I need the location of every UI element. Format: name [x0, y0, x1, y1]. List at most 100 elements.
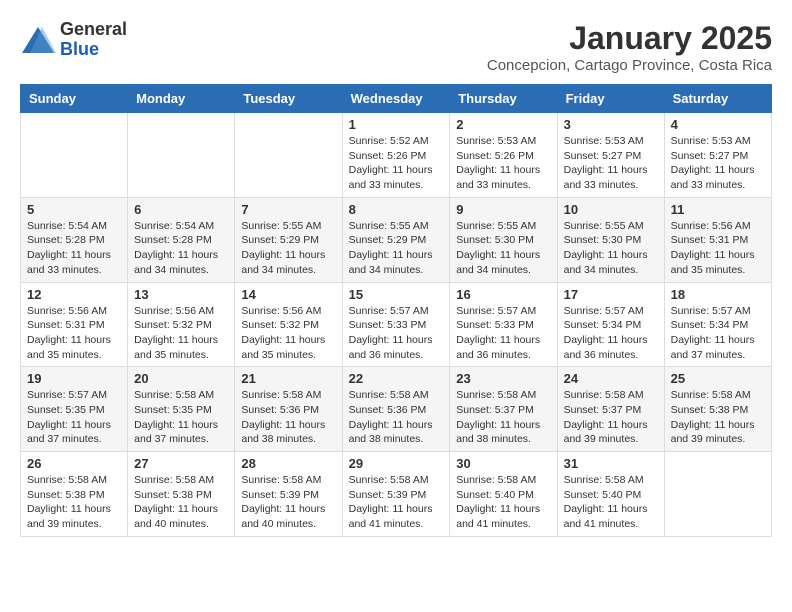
- calendar-day-cell: 18Sunrise: 5:57 AM Sunset: 5:34 PM Dayli…: [664, 282, 771, 367]
- day-of-week-header: Thursday: [450, 85, 557, 113]
- day-info: Sunrise: 5:53 AM Sunset: 5:27 PM Dayligh…: [671, 134, 765, 193]
- day-number: 15: [349, 287, 444, 302]
- day-number: 19: [27, 371, 121, 386]
- calendar-day-cell: 16Sunrise: 5:57 AM Sunset: 5:33 PM Dayli…: [450, 282, 557, 367]
- day-number: 28: [241, 456, 335, 471]
- day-number: 22: [349, 371, 444, 386]
- day-of-week-header: Sunday: [21, 85, 128, 113]
- day-info: Sunrise: 5:54 AM Sunset: 5:28 PM Dayligh…: [134, 219, 228, 278]
- day-info: Sunrise: 5:56 AM Sunset: 5:32 PM Dayligh…: [241, 304, 335, 363]
- calendar-table: SundayMondayTuesdayWednesdayThursdayFrid…: [20, 84, 772, 537]
- day-info: Sunrise: 5:58 AM Sunset: 5:37 PM Dayligh…: [564, 388, 658, 447]
- page-header: General Blue January 2025 Concepcion, Ca…: [20, 20, 772, 74]
- calendar-week-row: 19 Sunrise: 5:57 AM Sunset: 5:35 PM Dayli…: [21, 367, 772, 452]
- calendar-day-cell: 5Sunrise: 5:54 AM Sunset: 5:28 PM Daylig…: [21, 197, 128, 282]
- day-info: Sunrise: 5:57 AM Sunset: 5:35 PM Dayligh…: [27, 388, 121, 447]
- day-of-week-header: Tuesday: [235, 85, 342, 113]
- day-info: Sunrise: 5:57 AM Sunset: 5:34 PM Dayligh…: [671, 304, 765, 363]
- day-number: 7: [241, 202, 335, 217]
- calendar-day-cell: [664, 452, 771, 537]
- day-number: 14: [241, 287, 335, 302]
- calendar-day-cell: 30Sunrise: 5:58 AM Sunset: 5:40 PM Dayli…: [450, 452, 557, 537]
- day-of-week-header: Saturday: [664, 85, 771, 113]
- month-year: January 2025: [487, 20, 772, 57]
- calendar-day-cell: 14 Sunrise: 5:56 AM Sunset: 5:32 PM Dayli…: [235, 282, 342, 367]
- day-number: 29: [349, 456, 444, 471]
- day-info: Sunrise: 5:58 AM Sunset: 5:38 PM Dayligh…: [671, 388, 765, 447]
- day-number: 4: [671, 117, 765, 132]
- calendar-day-cell: 25 Sunrise: 5:58 AM Sunset: 5:38 PM Dayli…: [664, 367, 771, 452]
- day-number: 8: [349, 202, 444, 217]
- calendar-day-cell: [21, 113, 128, 198]
- day-number: 3: [564, 117, 658, 132]
- day-info: Sunrise: 5:55 AM Sunset: 5:29 PM Dayligh…: [241, 219, 335, 278]
- calendar-day-cell: 27 Sunrise: 5:58 AM Sunset: 5:38 PM Dayli…: [128, 452, 235, 537]
- location: Concepcion, Cartago Province, Costa Rica: [487, 57, 772, 74]
- day-info: Sunrise: 5:58 AM Sunset: 5:39 PM Dayligh…: [349, 473, 444, 532]
- calendar-week-row: 1 Sunrise: 5:52 AM Sunset: 5:26 PM Daylig…: [21, 113, 772, 198]
- day-info: Sunrise: 5:58 AM Sunset: 5:39 PM Dayligh…: [241, 473, 335, 532]
- calendar-week-row: 12 Sunrise: 5:56 AM Sunset: 5:31 PM Dayli…: [21, 282, 772, 367]
- calendar-day-cell: 19 Sunrise: 5:57 AM Sunset: 5:35 PM Dayli…: [21, 367, 128, 452]
- day-number: 26: [27, 456, 121, 471]
- calendar-day-cell: 21 Sunrise: 5:58 AM Sunset: 5:36 PM Dayli…: [235, 367, 342, 452]
- calendar-day-cell: 20 Sunrise: 5:58 AM Sunset: 5:35 PM Dayli…: [128, 367, 235, 452]
- logo: General Blue: [20, 20, 127, 60]
- day-info: Sunrise: 5:56 AM Sunset: 5:31 PM Dayligh…: [27, 304, 121, 363]
- day-number: 5: [27, 202, 121, 217]
- day-number: 21: [241, 371, 335, 386]
- day-number: 1: [349, 117, 444, 132]
- calendar-day-cell: 22Sunrise: 5:58 AM Sunset: 5:36 PM Dayli…: [342, 367, 450, 452]
- calendar-day-cell: 15 Sunrise: 5:57 AM Sunset: 5:33 PM Dayli…: [342, 282, 450, 367]
- day-info: Sunrise: 5:58 AM Sunset: 5:37 PM Dayligh…: [456, 388, 550, 447]
- day-number: 24: [564, 371, 658, 386]
- day-info: Sunrise: 5:52 AM Sunset: 5:26 PM Dayligh…: [349, 134, 444, 193]
- calendar-header-row: SundayMondayTuesdayWednesdayThursdayFrid…: [21, 85, 772, 113]
- calendar-day-cell: 7 Sunrise: 5:55 AM Sunset: 5:29 PM Daylig…: [235, 197, 342, 282]
- day-number: 17: [564, 287, 658, 302]
- day-number: 11: [671, 202, 765, 217]
- day-info: Sunrise: 5:53 AM Sunset: 5:27 PM Dayligh…: [564, 134, 658, 193]
- day-info: Sunrise: 5:58 AM Sunset: 5:35 PM Dayligh…: [134, 388, 228, 447]
- calendar-day-cell: 3 Sunrise: 5:53 AM Sunset: 5:27 PM Daylig…: [557, 113, 664, 198]
- day-of-week-header: Friday: [557, 85, 664, 113]
- day-number: 2: [456, 117, 550, 132]
- day-of-week-header: Monday: [128, 85, 235, 113]
- day-info: Sunrise: 5:58 AM Sunset: 5:38 PM Dayligh…: [27, 473, 121, 532]
- calendar-day-cell: 28 Sunrise: 5:58 AM Sunset: 5:39 PM Dayli…: [235, 452, 342, 537]
- calendar-day-cell: 1 Sunrise: 5:52 AM Sunset: 5:26 PM Daylig…: [342, 113, 450, 198]
- calendar-day-cell: 4 Sunrise: 5:53 AM Sunset: 5:27 PM Daylig…: [664, 113, 771, 198]
- calendar-week-row: 26 Sunrise: 5:58 AM Sunset: 5:38 PM Dayli…: [21, 452, 772, 537]
- day-number: 25: [671, 371, 765, 386]
- calendar-day-cell: [128, 113, 235, 198]
- calendar-day-cell: 9 Sunrise: 5:55 AM Sunset: 5:30 PM Daylig…: [450, 197, 557, 282]
- day-info: Sunrise: 5:56 AM Sunset: 5:32 PM Dayligh…: [134, 304, 228, 363]
- title-block: January 2025 Concepcion, Cartago Provinc…: [487, 20, 772, 74]
- calendar-day-cell: 23 Sunrise: 5:58 AM Sunset: 5:37 PM Dayli…: [450, 367, 557, 452]
- day-number: 9: [456, 202, 550, 217]
- day-number: 6: [134, 202, 228, 217]
- calendar-day-cell: 8Sunrise: 5:55 AM Sunset: 5:29 PM Daylig…: [342, 197, 450, 282]
- calendar-day-cell: 12 Sunrise: 5:56 AM Sunset: 5:31 PM Dayli…: [21, 282, 128, 367]
- day-info: Sunrise: 5:58 AM Sunset: 5:38 PM Dayligh…: [134, 473, 228, 532]
- day-number: 10: [564, 202, 658, 217]
- day-info: Sunrise: 5:58 AM Sunset: 5:36 PM Dayligh…: [241, 388, 335, 447]
- logo-icon: [20, 25, 56, 55]
- day-number: 20: [134, 371, 228, 386]
- day-number: 23: [456, 371, 550, 386]
- day-number: 27: [134, 456, 228, 471]
- day-number: 12: [27, 287, 121, 302]
- day-info: Sunrise: 5:55 AM Sunset: 5:30 PM Dayligh…: [456, 219, 550, 278]
- day-number: 13: [134, 287, 228, 302]
- day-info: Sunrise: 5:58 AM Sunset: 5:40 PM Dayligh…: [456, 473, 550, 532]
- day-info: Sunrise: 5:57 AM Sunset: 5:33 PM Dayligh…: [456, 304, 550, 363]
- day-info: Sunrise: 5:55 AM Sunset: 5:30 PM Dayligh…: [564, 219, 658, 278]
- calendar-day-cell: 24 Sunrise: 5:58 AM Sunset: 5:37 PM Dayli…: [557, 367, 664, 452]
- day-info: Sunrise: 5:57 AM Sunset: 5:33 PM Dayligh…: [349, 304, 444, 363]
- calendar-day-cell: 13 Sunrise: 5:56 AM Sunset: 5:32 PM Dayli…: [128, 282, 235, 367]
- calendar-week-row: 5 Sunrise: 5:54 AM Sunset: 5:28 PM Daylig…: [21, 197, 772, 282]
- calendar-day-cell: [235, 113, 342, 198]
- calendar-day-cell: 10 Sunrise: 5:55 AM Sunset: 5:30 PM Dayli…: [557, 197, 664, 282]
- day-info: Sunrise: 5:53 AM Sunset: 5:26 PM Dayligh…: [456, 134, 550, 193]
- calendar-day-cell: 11Sunrise: 5:56 AM Sunset: 5:31 PM Dayli…: [664, 197, 771, 282]
